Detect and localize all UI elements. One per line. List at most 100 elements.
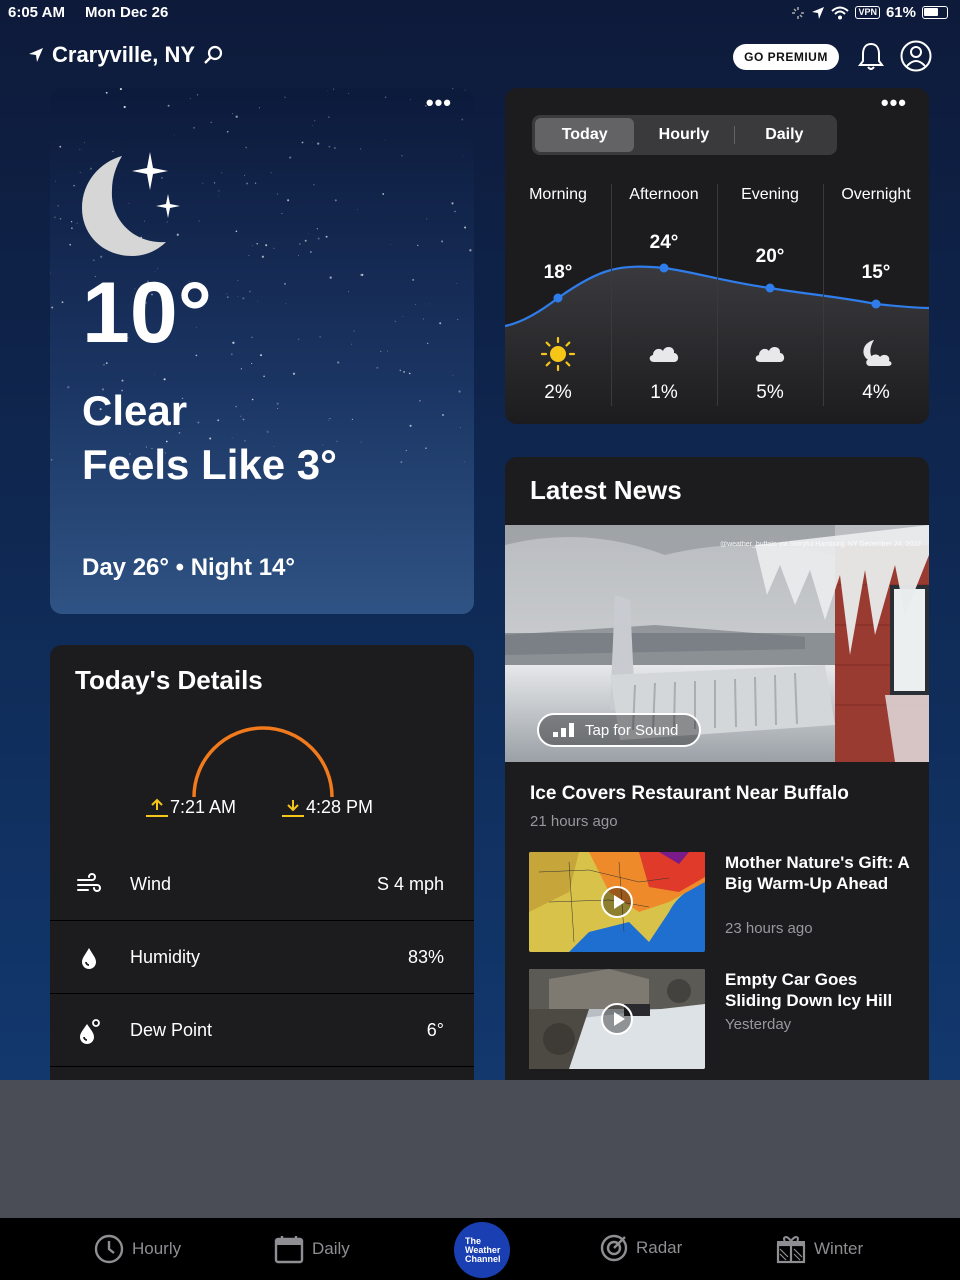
hero-video[interactable]: @weather_buffalo via Storyful Hamburg, N… [505,525,929,762]
star [119,88,122,91]
sunset-time: 4:28 PM [306,797,374,817]
condition-phrase: Clear [82,387,188,434]
video-credit: @weather_buffalo via Storyful Hamburg, N… [719,541,921,548]
star [412,278,415,281]
detail-value: 83% [407,947,444,967]
star [356,209,358,210]
star [281,213,283,214]
empty-area [0,1080,960,1218]
star [237,280,239,281]
star [284,96,286,98]
star [310,251,312,253]
sunrise: 7:21 AM [146,797,236,818]
star [70,221,73,223]
star [417,244,419,247]
detail-label: Dew Point [130,1020,213,1040]
more-options-icon[interactable]: ••• [881,92,907,114]
detail-label: Humidity [130,947,201,967]
tab-winter-nav[interactable]: Winter [776,1234,863,1264]
star [230,353,233,356]
star [463,461,465,463]
star [284,282,286,285]
location-selector[interactable]: Craryville, NY [28,42,223,68]
star [231,113,233,114]
star [276,193,279,195]
search-icon[interactable] [203,45,223,65]
current-conditions-card[interactable]: ••• 10° Clear Feels Like 3° Day 26° • Ni… [50,88,474,614]
star [298,255,299,256]
star [312,125,314,127]
star [202,182,204,184]
star [452,374,454,376]
dew-point-icon [80,1019,100,1044]
star [102,363,106,366]
star [442,414,444,416]
star [221,172,223,174]
star [389,244,391,245]
tab-daily-nav[interactable]: Daily [274,1234,350,1264]
star [350,343,352,345]
story-title: Mother Nature's Gift: A Big Warm-Up Ahea… [725,853,910,893]
star [232,341,235,344]
star [256,243,258,245]
star [376,366,379,369]
star [329,276,332,279]
star [210,121,212,124]
star [400,461,403,464]
tab-radar-nav[interactable]: Radar [600,1234,682,1262]
story-thumbnail [529,969,705,1069]
notifications-bell-icon[interactable] [858,41,884,71]
forecast-card: ••• Today Hourly Daily Morning 18° 2% Af… [505,88,929,424]
period-afternoon[interactable]: Afternoon 24° 1% [611,184,717,406]
more-options-icon[interactable]: ••• [426,92,452,114]
period-name: Evening [741,186,799,203]
star [394,320,397,323]
star [248,290,251,293]
star [246,182,249,185]
star [382,193,385,195]
period-name: Overnight [841,186,911,203]
tab-hourly[interactable]: Hourly [634,118,733,152]
go-premium-button[interactable]: GO PREMIUM [733,44,839,70]
star [458,390,461,393]
star [261,255,264,258]
star [384,139,386,141]
tab-daily[interactable]: Daily [735,118,834,152]
story-thumbnail [529,852,705,952]
period-overnight[interactable]: Overnight 15° 4% [823,184,929,406]
account-icon[interactable] [900,40,932,72]
star [308,233,310,235]
status-icons: VPN 61% [791,4,948,21]
battery-icon [922,6,948,19]
star [242,297,245,300]
star [328,145,331,148]
story-timestamp: 23 hours ago [725,920,813,937]
hero-headline[interactable]: Ice Covers Restaurant Near Buffalo [530,783,849,805]
star [289,156,292,159]
star [337,361,340,364]
news-story-item[interactable]: Empty Car Goes Sliding Down Icy Hill Yes… [529,969,909,1069]
star [252,245,254,246]
period-evening[interactable]: Evening 20° 5% [717,184,823,406]
star [316,228,318,230]
cloud-icon [755,347,785,362]
star [441,240,444,243]
period-temp: 18° [543,262,573,283]
story-timestamp: Yesterday [725,1016,792,1033]
star [237,296,239,298]
detail-value: 6° [426,1020,444,1040]
period-morning[interactable]: Morning 18° 2% [505,184,611,406]
star [387,350,388,352]
todays-details-card: Today's Details 7:21 AM 4:28 PM Wind S 4… [50,645,474,1095]
detail-row-wind: Wind S 4 mph [50,848,474,921]
latest-news-card: Latest News @weather_buffalo via Storyfu… [505,457,929,1097]
location-name: Craryville, NY [52,42,196,67]
weather-channel-logo[interactable]: The Weather Channel [454,1222,510,1278]
tab-today[interactable]: Today [535,118,635,152]
news-story-item[interactable]: Mother Nature's Gift: A Big Warm-Up Ahea… [529,852,909,952]
sunrise-icon [146,798,168,817]
star [189,98,191,99]
tab-hourly-nav[interactable]: Hourly [94,1234,181,1264]
tap-for-sound-button[interactable]: Tap for Sound [537,713,701,747]
star [57,204,60,207]
